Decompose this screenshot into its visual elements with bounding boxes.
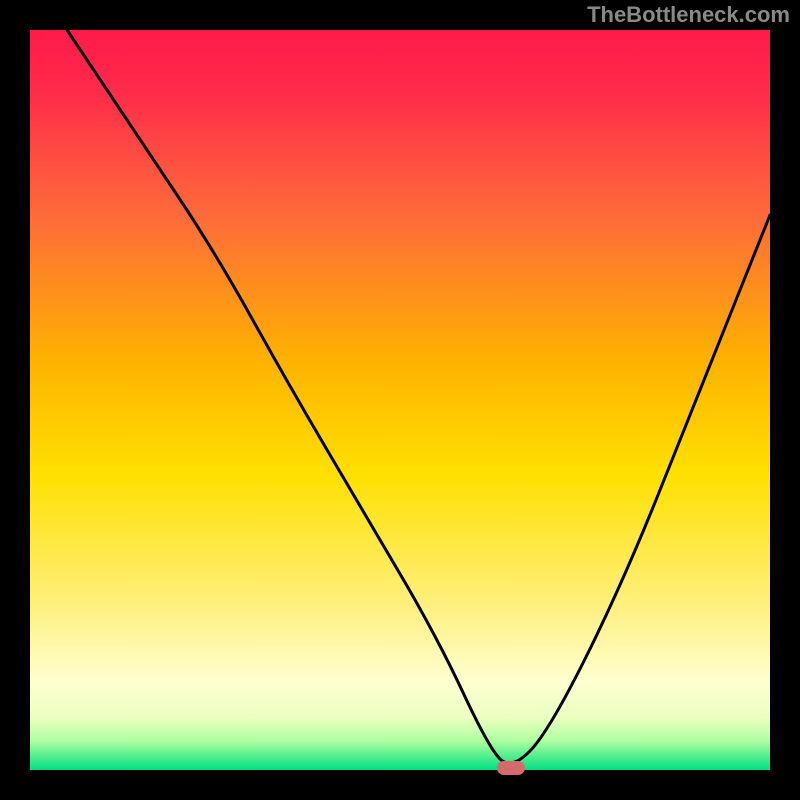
bottleneck-chart [0, 0, 800, 800]
optimum-marker [497, 761, 525, 775]
watermark-text: TheBottleneck.com [587, 2, 790, 28]
chart-container: TheBottleneck.com [0, 0, 800, 800]
